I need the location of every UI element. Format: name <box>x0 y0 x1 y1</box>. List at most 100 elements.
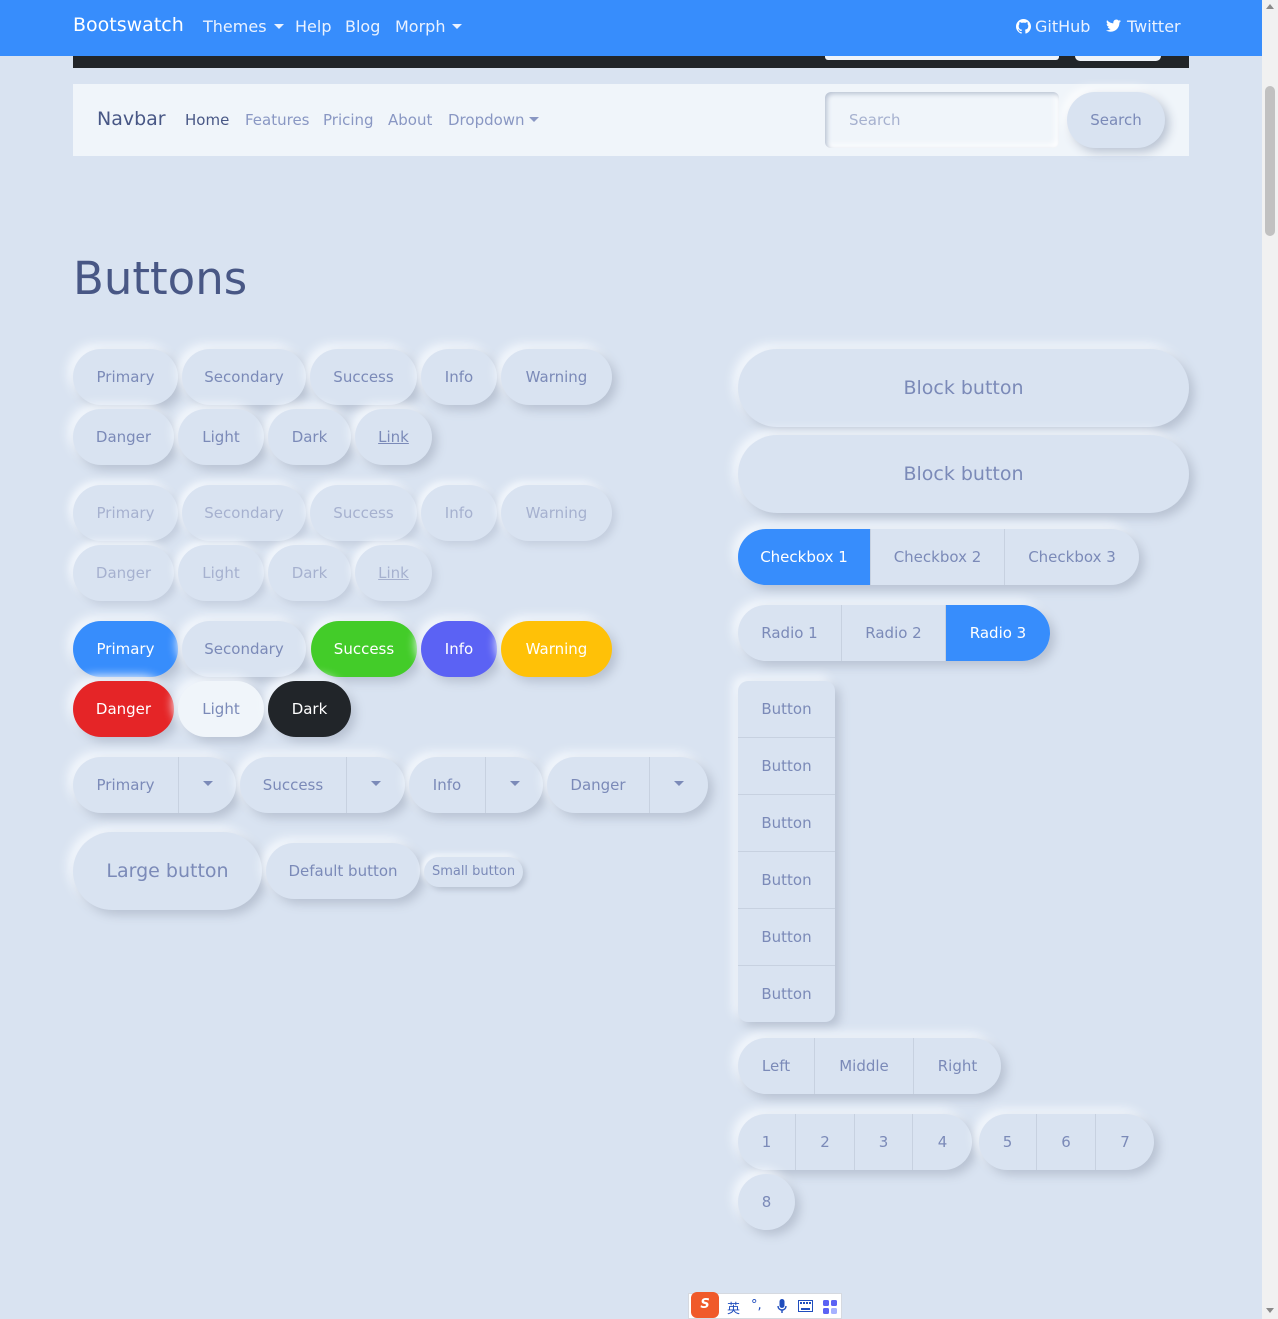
split-primary-label[interactable]: Primary <box>73 757 178 813</box>
split-button-info: Info <box>409 757 543 813</box>
info-button[interactable]: Info <box>421 349 497 405</box>
light-solid-button[interactable]: Light <box>178 681 264 737</box>
page-scrollbar[interactable] <box>1262 0 1278 1319</box>
middle-button[interactable]: Middle <box>815 1038 914 1094</box>
page-button-3[interactable]: 3 <box>855 1114 913 1170</box>
split-danger-toggle[interactable] <box>650 757 708 813</box>
link-button-disabled: Link <box>355 545 432 601</box>
radio-1[interactable]: Radio 1 <box>738 605 842 661</box>
number-button-group-2: 5 6 7 <box>979 1114 1154 1170</box>
success-button[interactable]: Success <box>310 349 417 405</box>
vertical-button[interactable]: Button <box>738 795 835 852</box>
checkbox-2[interactable]: Checkbox 2 <box>871 529 1005 585</box>
scrollbar-thumb[interactable] <box>1265 86 1275 236</box>
block-button-2[interactable]: Block button <box>738 435 1189 513</box>
success-button-disabled: Success <box>310 485 417 541</box>
brand-link[interactable]: Bootswatch <box>73 14 184 36</box>
grid-menu-icon[interactable] <box>823 1300 837 1314</box>
chevron-down-icon <box>371 781 381 786</box>
right-button[interactable]: Right <box>914 1038 1001 1094</box>
page-button-1[interactable]: 1 <box>738 1114 796 1170</box>
microphone-icon[interactable] <box>777 1299 787 1314</box>
vertical-button[interactable]: Button <box>738 966 835 1022</box>
split-button-primary: Primary <box>73 757 236 813</box>
nav-morph-dropdown[interactable]: Morph <box>395 17 463 36</box>
nav-github[interactable]: GitHub <box>1016 17 1090 36</box>
link-button[interactable]: Link <box>355 409 432 465</box>
split-button-danger: Danger <box>547 757 708 813</box>
checkbox-1[interactable]: Checkbox 1 <box>738 529 871 585</box>
checkbox-button-group: Checkbox 1 Checkbox 2 Checkbox 3 <box>738 529 1139 585</box>
nav-blog[interactable]: Blog <box>345 17 380 36</box>
small-button[interactable]: Small button <box>424 857 523 887</box>
info-solid-button[interactable]: Info <box>421 621 497 677</box>
twitter-icon <box>1106 19 1121 32</box>
navbar-link-about[interactable]: About <box>388 111 432 129</box>
nav-themes-dropdown[interactable]: Themes <box>203 17 284 36</box>
page-button-2[interactable]: 2 <box>796 1114 855 1170</box>
warning-solid-button[interactable]: Warning <box>501 621 612 677</box>
ime-language-toggle[interactable]: 英 <box>727 1298 740 1317</box>
search-button[interactable]: Search <box>1067 92 1165 148</box>
light-button[interactable]: Light <box>178 409 264 465</box>
primary-button[interactable]: Primary <box>73 349 178 405</box>
number-button-group-3: 8 <box>738 1174 795 1230</box>
secondary-button-disabled: Secondary <box>182 485 306 541</box>
vertical-button[interactable]: Button <box>738 852 835 909</box>
success-solid-button[interactable]: Success <box>311 621 417 677</box>
checkbox-3[interactable]: Checkbox 3 <box>1005 529 1139 585</box>
navbar-link-pricing[interactable]: Pricing <box>323 111 374 129</box>
dark-solid-button[interactable]: Dark <box>268 681 351 737</box>
navbar-brand[interactable]: Navbar <box>97 108 166 130</box>
page-button-4[interactable]: 4 <box>913 1114 972 1170</box>
vertical-button[interactable]: Button <box>738 738 835 795</box>
navbar-dropdown[interactable]: Dropdown <box>448 111 539 129</box>
split-success-label[interactable]: Success <box>240 757 346 813</box>
primary-solid-button[interactable]: Primary <box>73 621 178 677</box>
search-input[interactable]: Search <box>825 92 1059 148</box>
split-primary-toggle[interactable] <box>179 757 236 813</box>
page-button-6[interactable]: 6 <box>1037 1114 1096 1170</box>
danger-button[interactable]: Danger <box>73 409 174 465</box>
nav-twitter[interactable]: Twitter <box>1106 17 1181 36</box>
block-button-1[interactable]: Block button <box>738 349 1189 427</box>
page-button-7[interactable]: 7 <box>1096 1114 1154 1170</box>
split-info-toggle[interactable] <box>486 757 543 813</box>
section-title: Buttons <box>73 252 248 305</box>
example-navbar: Navbar Home Features Pricing About Dropd… <box>73 84 1189 156</box>
large-button[interactable]: Large button <box>73 832 262 910</box>
danger-solid-button[interactable]: Danger <box>73 681 174 737</box>
nav-help[interactable]: Help <box>295 17 331 36</box>
punctuation-icon[interactable]: °, <box>751 1298 762 1313</box>
vertical-button[interactable]: Button <box>738 681 835 738</box>
secondary-solid-button[interactable]: Secondary <box>182 621 306 677</box>
scroll-down-icon[interactable] <box>1266 1308 1274 1313</box>
chevron-down-icon <box>674 781 684 786</box>
sogou-logo-icon: S <box>691 1292 719 1318</box>
left-button[interactable]: Left <box>738 1038 815 1094</box>
keyboard-icon[interactable] <box>798 1300 813 1312</box>
page-button-8[interactable]: 8 <box>738 1174 795 1230</box>
navbar-link-home[interactable]: Home <box>185 111 229 129</box>
radio-3[interactable]: Radio 3 <box>946 605 1050 661</box>
radio-2[interactable]: Radio 2 <box>842 605 946 661</box>
primary-button-disabled: Primary <box>73 485 178 541</box>
dark-button[interactable]: Dark <box>268 409 351 465</box>
dark-navbar-remnant <box>73 56 1189 68</box>
warning-button[interactable]: Warning <box>501 349 612 405</box>
default-button[interactable]: Default button <box>266 843 420 899</box>
navbar-link-features[interactable]: Features <box>245 111 310 129</box>
secondary-button[interactable]: Secondary <box>182 349 306 405</box>
split-success-toggle[interactable] <box>347 757 405 813</box>
split-info-label[interactable]: Info <box>409 757 485 813</box>
split-button-success: Success <box>240 757 405 813</box>
github-icon <box>1016 19 1031 34</box>
page-button-5[interactable]: 5 <box>979 1114 1037 1170</box>
split-danger-label[interactable]: Danger <box>547 757 649 813</box>
ime-toolbar[interactable]: S 英 °, <box>688 1292 842 1319</box>
vertical-button[interactable]: Button <box>738 909 835 966</box>
lmr-button-group: Left Middle Right <box>738 1038 1001 1094</box>
chevron-down-icon <box>528 117 539 122</box>
scroll-up-icon[interactable] <box>1266 4 1274 9</box>
dark-button-disabled: Dark <box>268 545 351 601</box>
